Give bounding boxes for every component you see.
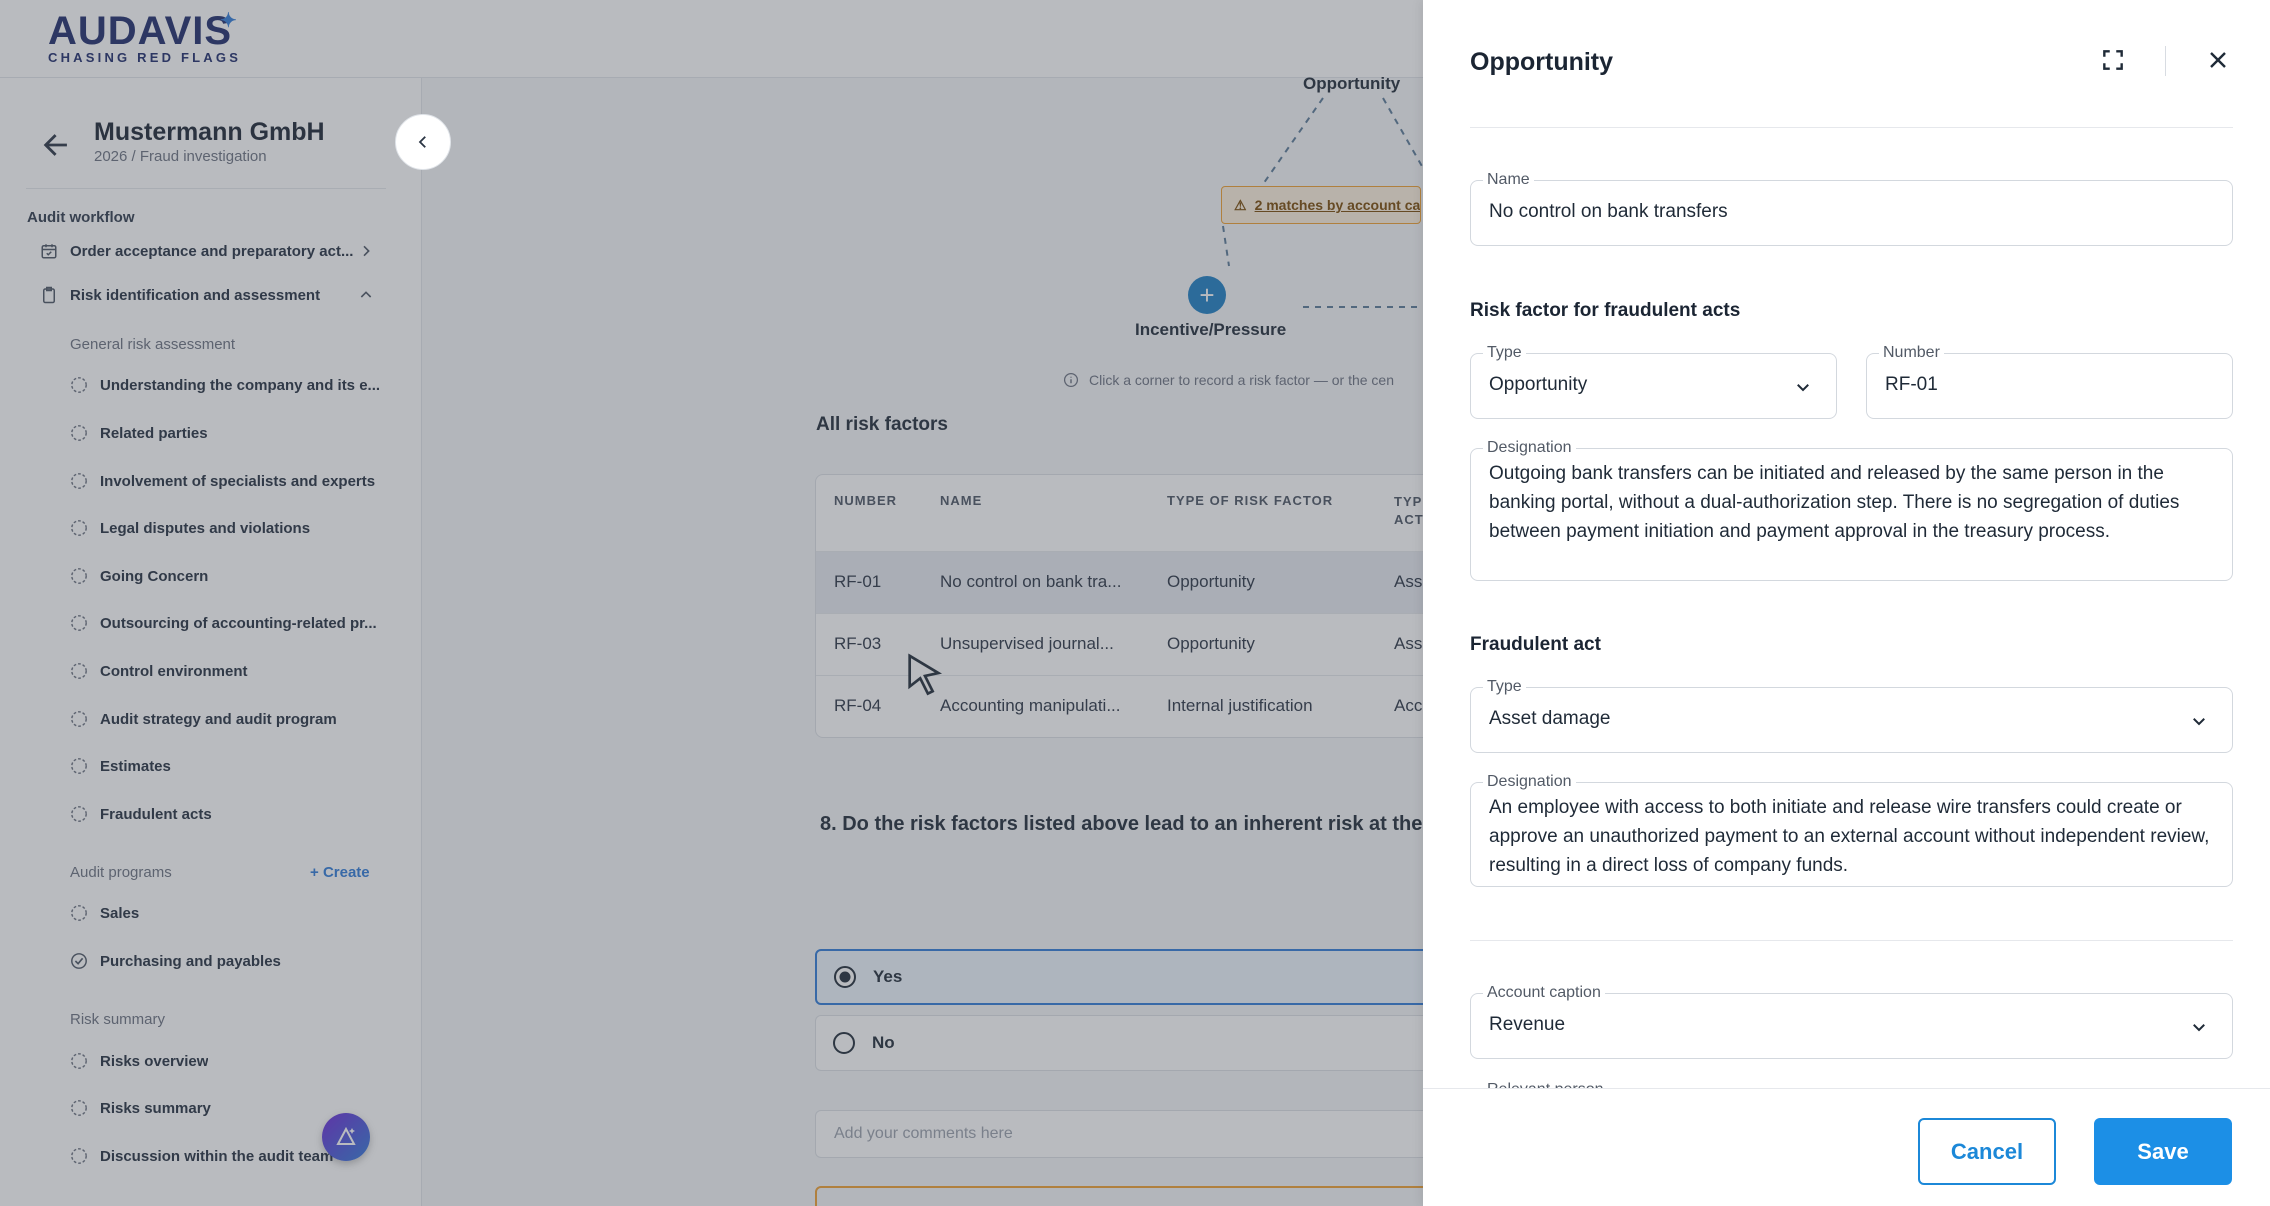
number-label: Number: [1879, 343, 1944, 363]
chevron-left-icon: [418, 136, 426, 148]
section-divider: [1470, 940, 2233, 941]
name-field[interactable]: Name No control on bank transfers: [1470, 170, 2233, 246]
expand-icon[interactable]: [2097, 44, 2129, 76]
header-divider: [1470, 127, 2233, 128]
type-value: Opportunity: [1489, 374, 1588, 395]
type-label: Type: [1483, 343, 1526, 363]
name-value: No control on bank transfers: [1489, 201, 1728, 222]
designation-value: Outgoing bank transfers can be initiated…: [1489, 463, 2180, 542]
type-select[interactable]: Type Opportunity: [1470, 343, 1837, 419]
drawer-title: Opportunity: [1470, 48, 1614, 76]
act-type-select[interactable]: Type Asset damage: [1470, 677, 2233, 753]
chevron-down-icon: [2190, 1018, 2208, 1036]
designation-label: Designation: [1483, 438, 1576, 458]
name-label: Name: [1483, 170, 1534, 190]
number-value: RF-01: [1885, 374, 1938, 395]
act-type-value: Asset damage: [1489, 708, 1611, 729]
designation-textarea[interactable]: Designation Outgoing bank transfers can …: [1470, 438, 2233, 581]
act-type-label: Type: [1483, 677, 1526, 697]
collapse-sidebar-button[interactable]: [395, 114, 451, 170]
modal-scrim[interactable]: [0, 0, 1423, 1206]
act-designation-value: An employee with access to both initiate…: [1489, 797, 2210, 876]
save-button[interactable]: Save: [2094, 1118, 2232, 1185]
chevron-down-icon: [1794, 378, 1812, 396]
fraudulent-act-section-title: Fraudulent act: [1470, 634, 1601, 655]
account-caption-select[interactable]: Account caption Revenue: [1470, 983, 2233, 1059]
risk-factor-drawer: Opportunity Name No control on bank tran…: [1423, 0, 2270, 1206]
account-caption-label: Account caption: [1483, 983, 1605, 1003]
account-caption-value: Revenue: [1489, 1014, 1566, 1035]
header-separator: [2165, 46, 2166, 76]
number-field[interactable]: Number RF-01: [1866, 343, 2233, 419]
act-designation-textarea[interactable]: Designation An employee with access to b…: [1470, 772, 2233, 887]
drawer-footer: Cancel Save: [1423, 1088, 2270, 1206]
close-icon[interactable]: [2202, 44, 2234, 76]
cancel-button[interactable]: Cancel: [1918, 1118, 2056, 1185]
act-designation-label: Designation: [1483, 772, 1576, 792]
risk-factor-section-title: Risk factor for fraudulent acts: [1470, 300, 1741, 321]
chevron-down-icon: [2190, 712, 2208, 730]
